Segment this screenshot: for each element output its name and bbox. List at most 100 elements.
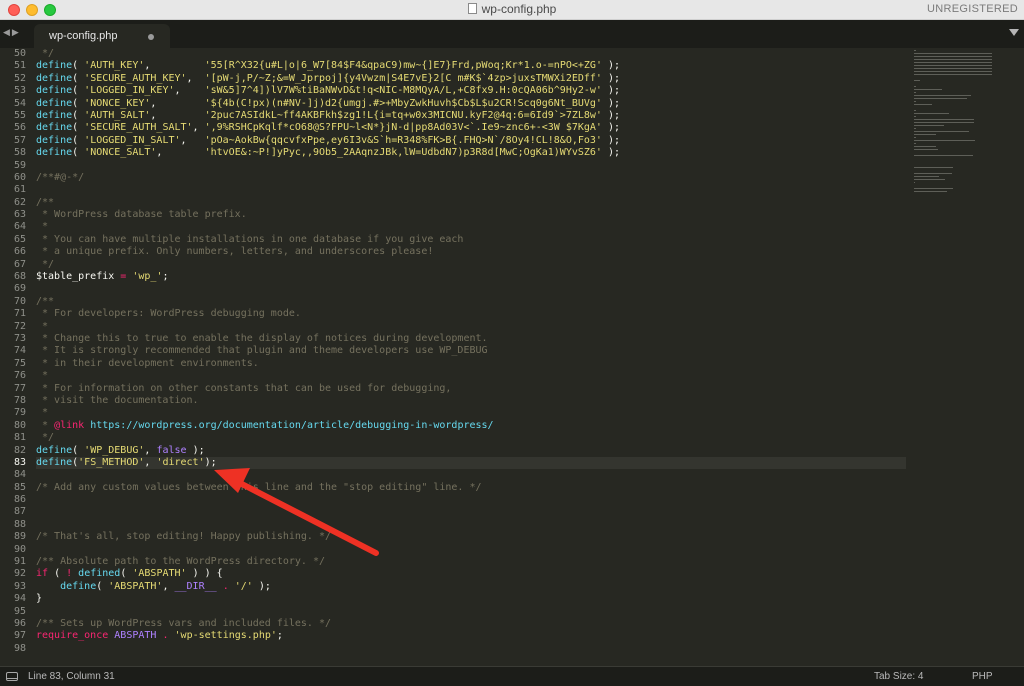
minimap-line bbox=[914, 101, 916, 102]
line-number: 56 bbox=[13, 122, 26, 134]
code-line[interactable]: /** bbox=[36, 197, 906, 209]
tab-nav-arrows-icon[interactable]: ◀▶ bbox=[3, 28, 21, 38]
code-line[interactable]: * bbox=[36, 370, 906, 382]
code-line[interactable] bbox=[36, 544, 906, 556]
code-line[interactable]: * visit the documentation. bbox=[36, 395, 906, 407]
line-number: 65 bbox=[13, 233, 26, 245]
code-line[interactable] bbox=[36, 643, 906, 655]
minimap-line bbox=[914, 137, 916, 138]
chevron-down-icon[interactable] bbox=[1009, 29, 1019, 36]
code-line[interactable]: * @link https://wordpress.org/documentat… bbox=[36, 420, 906, 432]
code-line[interactable]: define( 'AUTH_KEY', '55[R^X32{u#L|o|6_W7… bbox=[36, 60, 906, 72]
line-number: 70 bbox=[13, 295, 26, 307]
line-number: 54 bbox=[13, 97, 26, 109]
line-number: 93 bbox=[13, 580, 26, 592]
line-number-gutter: 50 51 52 53 54 55 56 57 58 59 60 61 62 63 64 65 66 67 68 69… bbox=[0, 48, 26, 666]
line-number: 79 bbox=[13, 407, 26, 419]
code-line[interactable] bbox=[36, 184, 906, 196]
code-line[interactable]: * It is strongly recommended that plugin… bbox=[36, 345, 906, 357]
minimap-line bbox=[914, 104, 932, 105]
code-line[interactable] bbox=[36, 494, 906, 506]
minimap-line bbox=[914, 167, 953, 168]
code-line[interactable]: /** Absolute path to the WordPress direc… bbox=[36, 556, 906, 568]
code-line[interactable] bbox=[36, 283, 906, 295]
code-line[interactable]: /** bbox=[36, 296, 906, 308]
minimap-line bbox=[914, 53, 992, 54]
minimap-line bbox=[914, 86, 916, 87]
title-bar: wp-config.php UNREGISTERED bbox=[0, 0, 1024, 20]
minimap-line bbox=[914, 98, 967, 99]
tab-label: wp-config.php bbox=[49, 30, 118, 42]
line-number: 88 bbox=[13, 518, 26, 530]
line-number: 67 bbox=[13, 258, 26, 270]
syntax-selector[interactable]: PHP bbox=[972, 671, 993, 682]
code-line[interactable] bbox=[36, 469, 906, 481]
code-line[interactable]: * a unique prefix. Only numbers, letters… bbox=[36, 246, 906, 258]
file-icon bbox=[467, 3, 477, 14]
code-line[interactable]: define( 'SECURE_AUTH_KEY', '[pW-j,P/~Z;&… bbox=[36, 73, 906, 85]
code-line[interactable]: * bbox=[36, 407, 906, 419]
code-line[interactable]: /* Add any custom values between this li… bbox=[36, 482, 906, 494]
line-number: 64 bbox=[13, 221, 26, 233]
code-line[interactable] bbox=[36, 606, 906, 618]
code-line[interactable]: require_once ABSPATH . 'wp-settings.php'… bbox=[36, 630, 906, 642]
code-line[interactable]: define( 'SECURE_AUTH_SALT', ',9%RSHCpKql… bbox=[36, 122, 906, 134]
tab-wp-config[interactable]: wp-config.php bbox=[34, 24, 170, 48]
code-line[interactable]: /** Sets up WordPress vars and included … bbox=[36, 618, 906, 630]
panel-toggle-icon[interactable] bbox=[6, 672, 18, 681]
code-line[interactable]: */ bbox=[36, 432, 906, 444]
code-editor[interactable]: */define( 'AUTH_KEY', '55[R^X32{u#L|o|6_… bbox=[36, 48, 906, 666]
code-line[interactable]: define( 'NONCE_SALT', 'htvOE&:~P!]yPyc,,… bbox=[36, 147, 906, 159]
minimap-line bbox=[914, 71, 992, 72]
code-line[interactable]: * in their development environments. bbox=[36, 358, 906, 370]
code-line[interactable]: * For information on other constants tha… bbox=[36, 383, 906, 395]
code-line[interactable]: define( 'LOGGED_IN_SALT', 'pOa~AokBw{qqc… bbox=[36, 135, 906, 147]
code-line[interactable]: * Change this to true to enable the disp… bbox=[36, 333, 906, 345]
code-line[interactable]: } bbox=[36, 593, 906, 605]
code-line[interactable]: * WordPress database table prefix. bbox=[36, 209, 906, 221]
line-number: 84 bbox=[13, 469, 26, 481]
line-number: 80 bbox=[13, 419, 26, 431]
minimap-line bbox=[914, 146, 936, 147]
code-line[interactable]: * bbox=[36, 221, 906, 233]
code-line[interactable] bbox=[36, 160, 906, 172]
code-line[interactable]: define('FS_METHOD', 'direct'); bbox=[36, 456, 906, 470]
line-number: 94 bbox=[13, 593, 26, 605]
minimap[interactable] bbox=[912, 48, 1024, 218]
line-number: 77 bbox=[13, 382, 26, 394]
line-number: 92 bbox=[13, 568, 26, 580]
minimap-line bbox=[914, 59, 992, 60]
code-line[interactable]: define( 'ABSPATH', __DIR__ . '/' ); bbox=[36, 581, 906, 593]
code-line[interactable]: * bbox=[36, 321, 906, 333]
line-number: 66 bbox=[13, 246, 26, 258]
line-number: 69 bbox=[13, 283, 26, 295]
line-number: 50 bbox=[13, 48, 26, 59]
line-number: 85 bbox=[13, 481, 26, 493]
code-line[interactable]: $table_prefix = 'wp_'; bbox=[36, 271, 906, 283]
minimap-line bbox=[914, 65, 992, 66]
code-line[interactable]: if ( ! defined( 'ABSPATH' ) ) { bbox=[36, 568, 906, 580]
code-line[interactable]: define( 'WP_DEBUG', false ); bbox=[36, 445, 906, 457]
tab-size-selector[interactable]: Tab Size: 4 bbox=[874, 671, 923, 682]
code-line[interactable]: /* That's all, stop editing! Happy publi… bbox=[36, 531, 906, 543]
code-line[interactable]: define( 'NONCE_KEY', '${4b(C!px)(n#NV-]j… bbox=[36, 98, 906, 110]
minimap-line bbox=[914, 149, 938, 150]
minimap-line bbox=[914, 122, 974, 123]
code-line[interactable]: define( 'AUTH_SALT', '2puc7ASIdkL~ff4AKB… bbox=[36, 110, 906, 122]
code-line[interactable]: * For developers: WordPress debugging mo… bbox=[36, 308, 906, 320]
tab-bar: ◀▶ wp-config.php bbox=[0, 20, 1024, 48]
code-line[interactable]: define( 'LOGGED_IN_KEY', 'sW&5]7^4])lV7W… bbox=[36, 85, 906, 97]
code-line[interactable] bbox=[36, 519, 906, 531]
minimap-line bbox=[914, 134, 936, 135]
cursor-position: Line 83, Column 31 bbox=[28, 671, 115, 682]
code-line[interactable] bbox=[36, 506, 906, 518]
minimap-line bbox=[914, 74, 992, 75]
minimap-line bbox=[914, 119, 974, 120]
unregistered-label: UNREGISTERED bbox=[927, 3, 1018, 15]
code-line[interactable]: */ bbox=[36, 48, 906, 60]
line-number: 81 bbox=[13, 432, 26, 444]
code-line[interactable]: /**#@-*/ bbox=[36, 172, 906, 184]
code-line[interactable]: */ bbox=[36, 259, 906, 271]
code-line[interactable]: * You can have multiple installations in… bbox=[36, 234, 906, 246]
unsaved-dot-icon[interactable] bbox=[148, 34, 154, 40]
